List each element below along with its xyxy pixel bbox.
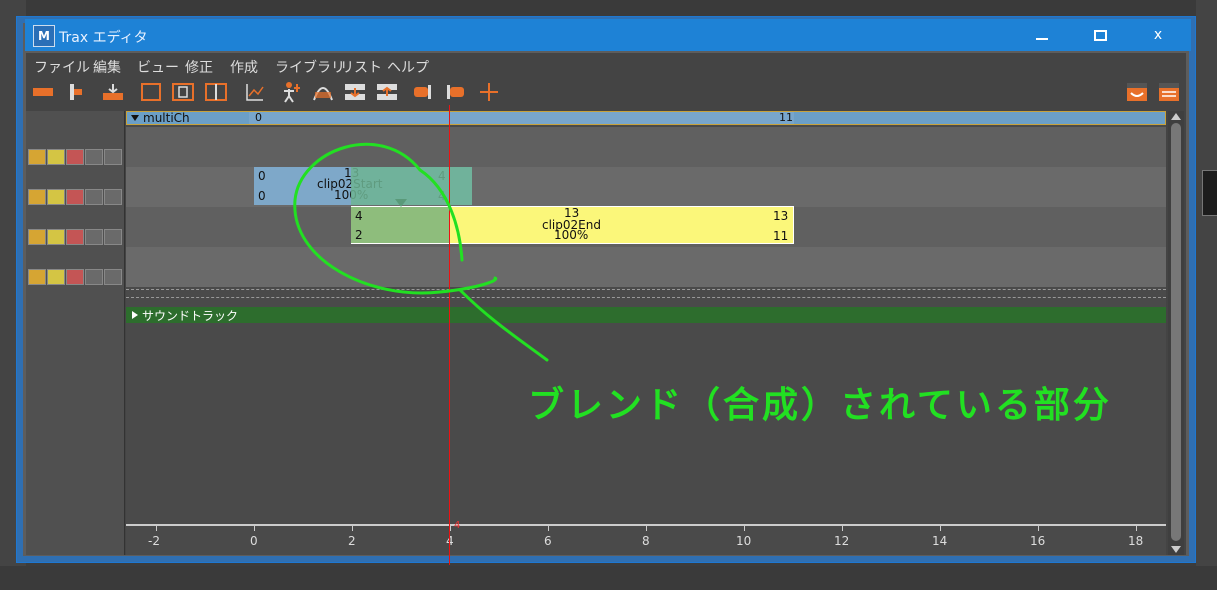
- annotation-circle-icon: [293, 142, 549, 362]
- annotation-text: ブレンド（合成）されている部分: [528, 385, 1112, 426]
